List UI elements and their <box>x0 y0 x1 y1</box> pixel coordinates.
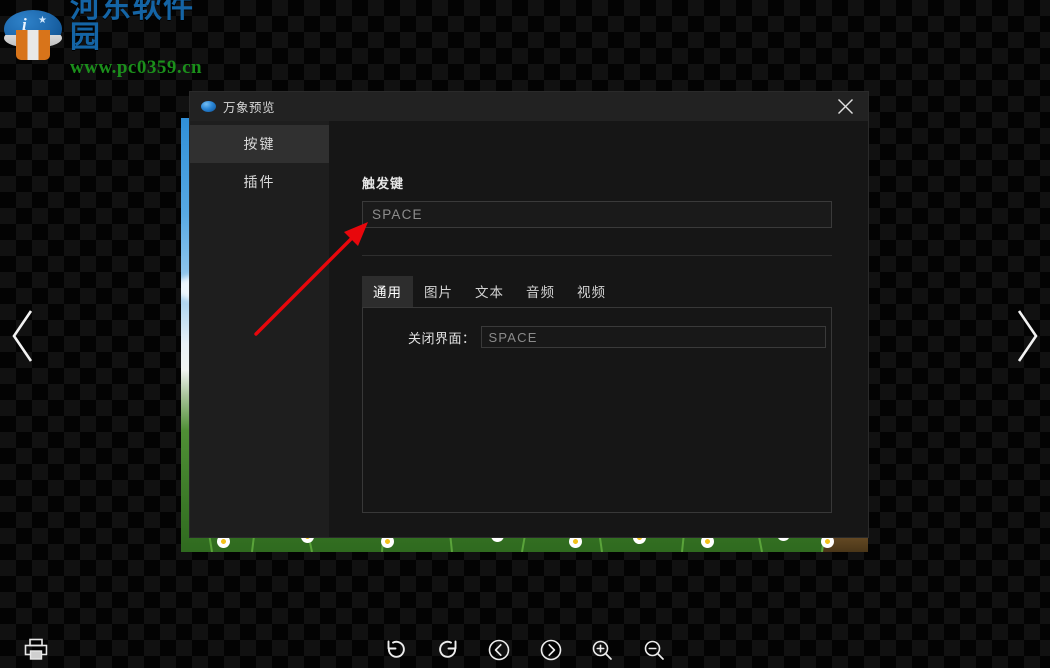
next-image-chevron[interactable] <box>1006 305 1046 367</box>
tab-label: 通用 <box>373 285 402 300</box>
tab-general[interactable]: 通用 <box>362 276 413 307</box>
general-tab-panel: 关闭界面： <box>362 307 832 513</box>
close-icon[interactable] <box>822 92 868 121</box>
watermark-logo-icon: i ★ <box>2 4 64 66</box>
dialog-titlebar[interactable]: 万象预览 <box>190 92 868 121</box>
logo-ring-shape <box>4 28 62 48</box>
sidebar-item-keys[interactable]: 按键 <box>190 125 329 163</box>
tab-label: 文本 <box>475 285 504 300</box>
close-interface-label: 关闭界面： <box>408 328 476 347</box>
dialog-sidebar: 按键 插件 <box>190 121 329 537</box>
logo-bar-shape <box>16 30 50 60</box>
sidebar-item-label: 插件 <box>244 172 276 192</box>
dialog-body: 按键 插件 触发键 通用 图片 文本 <box>190 121 868 537</box>
tab-video[interactable]: 视频 <box>566 276 617 307</box>
rotate-ccw-icon[interactable] <box>380 634 412 666</box>
dialog-main-pane: 触发键 通用 图片 文本 音频 <box>329 121 868 537</box>
logo-star-icon: ★ <box>38 15 47 26</box>
circle-chevron-left-icon[interactable] <box>483 634 515 666</box>
image-viewer-screen: i ★ 河东软件园 www.pc0359.cn <box>0 0 1050 668</box>
close-interface-input[interactable] <box>481 326 826 348</box>
watermark-url: www.pc0359.cn <box>70 58 210 77</box>
site-watermark: i ★ 河东软件园 www.pc0359.cn <box>0 0 210 70</box>
tab-label: 图片 <box>424 285 453 300</box>
trigger-key-input[interactable] <box>362 201 832 228</box>
blue-cloud-icon <box>201 101 216 112</box>
tab-label: 音频 <box>526 285 555 300</box>
viewer-toolbar <box>380 634 670 666</box>
logo-disc-shape <box>4 10 62 48</box>
watermark-site-name: 河东软件园 <box>70 0 210 53</box>
category-tabs: 通用 图片 文本 音频 视频 <box>362 276 832 307</box>
watermark-text-block: 河东软件园 www.pc0359.cn <box>70 0 210 77</box>
rotate-cw-icon[interactable] <box>432 634 464 666</box>
tab-audio[interactable]: 音频 <box>515 276 566 307</box>
logo-letter: i <box>22 15 27 35</box>
tab-text[interactable]: 文本 <box>464 276 515 307</box>
circle-chevron-right-icon[interactable] <box>535 634 567 666</box>
sidebar-item-label: 按键 <box>244 134 276 154</box>
trigger-key-label: 触发键 <box>362 173 832 192</box>
printer-icon[interactable] <box>22 637 50 662</box>
previous-image-chevron[interactable] <box>4 305 44 367</box>
tab-image[interactable]: 图片 <box>413 276 464 307</box>
dialog-title: 万象预览 <box>223 97 275 116</box>
sidebar-item-plugins[interactable]: 插件 <box>190 163 329 201</box>
magnifier-minus-icon[interactable] <box>638 634 670 666</box>
section-divider <box>362 255 832 256</box>
close-interface-row: 关闭界面： <box>363 326 831 348</box>
settings-dialog: 万象预览 按键 插件 触发键 <box>190 92 868 537</box>
magnifier-plus-icon[interactable] <box>586 634 618 666</box>
tab-label: 视频 <box>577 285 606 300</box>
